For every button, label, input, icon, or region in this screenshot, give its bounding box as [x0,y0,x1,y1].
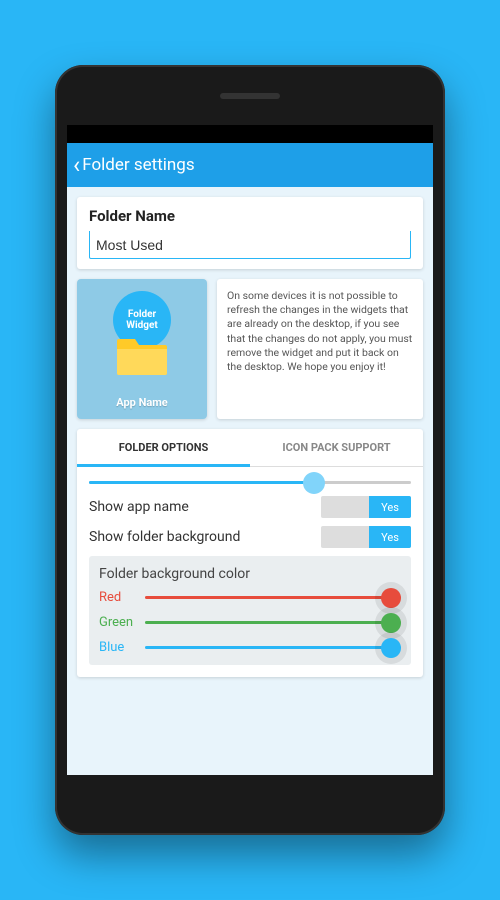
green-slider[interactable] [145,621,401,624]
folder-bg-color-panel: Folder background color Red Green [89,556,411,665]
tab-icon-pack-support[interactable]: ICON PACK SUPPORT [250,429,423,466]
toggle-yes: Yes [369,496,411,518]
phone-speaker [220,93,280,99]
options-card: FOLDER OPTIONS ICON PACK SUPPORT Show ap… [77,429,423,677]
size-slider[interactable] [89,481,411,484]
folder-name-input-wrap [89,231,411,259]
blue-label: Blue [99,640,145,655]
phone-frame: ‹ Folder settings Folder Name Folder Wid… [55,65,445,835]
show-folder-bg-row: Show folder background Yes [89,526,411,548]
show-folder-bg-toggle[interactable]: Yes [321,526,411,548]
toggle-yes-2: Yes [369,526,411,548]
back-icon[interactable]: ‹ [73,153,80,177]
screen: ‹ Folder settings Folder Name Folder Wid… [67,125,433,775]
tab-folder-options[interactable]: FOLDER OPTIONS [77,429,250,466]
folder-name-input[interactable] [96,237,404,253]
green-slider-row: Green [99,615,401,630]
red-slider-row: Red [99,590,401,605]
folder-icon [115,335,169,377]
folder-bg-color-title: Folder background color [99,566,401,582]
app-bar: ‹ Folder settings [67,143,433,187]
blue-slider[interactable] [145,646,401,649]
show-app-name-row: Show app name Yes [89,496,411,518]
red-label: Red [99,590,145,605]
content: Folder Name Folder Widget App Name [67,187,433,775]
size-slider-row [89,481,411,484]
folder-name-label: Folder Name [89,207,411,225]
preview-row: Folder Widget App Name On some devices i… [77,279,423,419]
green-label: Green [99,615,145,630]
tabs: FOLDER OPTIONS ICON PACK SUPPORT [77,429,423,467]
info-text: On some devices it is not possible to re… [227,289,412,373]
appbar-title: Folder settings [82,155,194,175]
show-app-name-toggle[interactable]: Yes [321,496,411,518]
widget-preview: Folder Widget App Name [77,279,207,419]
options-body: Show app name Yes Show folder background… [77,467,423,677]
info-card: On some devices it is not possible to re… [217,279,423,419]
show-folder-bg-label: Show folder background [89,529,240,545]
preview-app-name: App Name [116,396,167,409]
show-app-name-label: Show app name [89,499,189,515]
red-slider[interactable] [145,596,401,599]
status-bar [67,125,433,143]
blue-slider-row: Blue [99,640,401,655]
folder-name-card: Folder Name [77,197,423,269]
